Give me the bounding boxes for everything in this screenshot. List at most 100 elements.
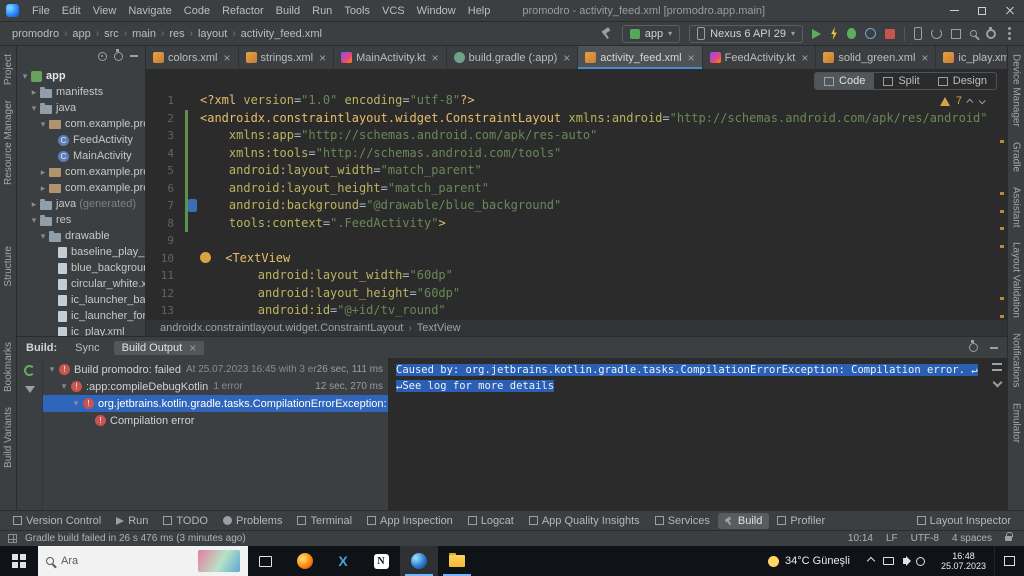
menu-build[interactable]: Build <box>270 0 306 22</box>
sdk-manager-button[interactable] <box>951 29 961 39</box>
menu-file[interactable]: File <box>26 0 56 22</box>
tool-stripe-layout-validation[interactable]: Layout Validation <box>1011 242 1022 318</box>
menu-view[interactable]: View <box>87 0 123 22</box>
expander-icon[interactable]: ▾ <box>29 103 39 114</box>
task-view-button[interactable] <box>248 546 282 576</box>
menu-help[interactable]: Help <box>462 0 497 22</box>
debug-button[interactable] <box>847 28 856 39</box>
code-line[interactable]: 8 tools:context=".FeedActivity"> <box>146 215 995 233</box>
view-mode-split[interactable]: Split <box>874 73 928 89</box>
project-tree-item-circular-white-x[interactable]: circular_white.x <box>17 276 145 292</box>
breadcrumb-item-activity-feed-xml[interactable]: activity_feed.xml <box>239 27 324 41</box>
toolwindow-build[interactable]: Build <box>718 513 769 529</box>
run-button[interactable] <box>812 29 821 39</box>
project-tree-item-ic-play-xml[interactable]: ic_play.xml <box>17 324 145 336</box>
editor-tab-solid-green-xml[interactable]: solid_green.xml <box>816 46 936 69</box>
taskbar-app-notion[interactable] <box>362 546 400 576</box>
menu-edit[interactable]: Edit <box>56 0 87 22</box>
project-tree-item-manifests[interactable]: ▸manifests <box>17 84 145 100</box>
menu-code[interactable]: Code <box>178 0 216 22</box>
weather-widget[interactable]: 34°C Güneşli <box>758 546 860 576</box>
toolwindow-logcat[interactable]: Logcat <box>461 513 521 529</box>
toolwindow-layout-inspector[interactable]: Layout Inspector <box>910 513 1018 529</box>
code-line[interactable]: 7 android:background="@drawable/blue_bac… <box>146 197 995 215</box>
toolwindow-profiler[interactable]: Profiler <box>770 513 832 529</box>
taskbar-app-file-explorer[interactable] <box>438 546 476 576</box>
locate-file-icon[interactable] <box>98 52 107 61</box>
tab-close-icon[interactable] <box>189 342 196 354</box>
rerun-build-icon[interactable] <box>24 365 35 376</box>
menu-tools[interactable]: Tools <box>338 0 376 22</box>
build-console[interactable]: Caused by: org.jetbrains.kotlin.gradle.t… <box>388 358 1007 510</box>
code-line[interactable]: 4 xmlns:tools="http://schemas.android.co… <box>146 145 995 163</box>
tab-close-icon[interactable] <box>319 52 326 64</box>
project-tree-item-blue-backgroun[interactable]: blue_backgroun <box>17 260 145 276</box>
expander-icon[interactable]: ▾ <box>38 231 48 242</box>
build-tab-build-output[interactable]: Build Output <box>114 341 205 355</box>
tab-close-icon[interactable] <box>563 52 570 64</box>
sync-gradle-button[interactable] <box>931 28 942 39</box>
console-line[interactable]: Caused by: org.jetbrains.kotlin.gradle.t… <box>396 362 999 378</box>
menu-navigate[interactable]: Navigate <box>122 0 177 22</box>
build-hammer-icon[interactable] <box>600 27 613 40</box>
tab-close-icon[interactable] <box>224 52 231 64</box>
editor-tab-strings-xml[interactable]: strings.xml <box>239 46 335 69</box>
expander-icon[interactable]: ▸ <box>29 87 39 98</box>
project-options-icon[interactable] <box>114 52 123 61</box>
device-select[interactable]: Nexus 6 API 29 ▾ <box>689 25 803 43</box>
code-line[interactable]: 3 xmlns:app="http://schemas.android.com/… <box>146 127 995 145</box>
expander-icon[interactable]: ▾ <box>59 381 69 392</box>
settings-button[interactable] <box>986 29 996 39</box>
stop-button[interactable] <box>885 29 895 39</box>
status-lf[interactable]: LF <box>886 533 898 544</box>
code-line[interactable]: 10 <TextView <box>146 250 995 268</box>
build-tree-item[interactable]: ▾Build promodro: failedAt 25.07.2023 16:… <box>43 361 388 378</box>
taskbar-clock[interactable]: 16:48 25.07.2023 <box>933 546 994 576</box>
profiler-button[interactable] <box>865 28 876 39</box>
toolwindow-todo[interactable]: TODO <box>156 513 215 529</box>
menu-run[interactable]: Run <box>306 0 338 22</box>
breadcrumb-item-layout[interactable]: layout <box>196 27 229 41</box>
expander-icon[interactable]: ▾ <box>38 119 48 130</box>
breadcrumb-item-src[interactable]: src <box>102 27 121 41</box>
next-warning-icon[interactable] <box>979 97 986 104</box>
expander-icon[interactable]: ▾ <box>29 215 39 226</box>
tool-stripe-device-manager[interactable]: Device Manager <box>1011 54 1022 127</box>
expander-icon[interactable]: ▸ <box>29 199 39 210</box>
tool-stripe-project[interactable]: Project <box>3 54 14 85</box>
code-line[interactable]: 2<androidx.constraintlayout.widget.Const… <box>146 110 995 128</box>
status-10-14[interactable]: 10:14 <box>848 533 873 544</box>
project-tree-item-com-example-prom[interactable]: ▸com.example.prom <box>17 164 145 180</box>
minimize-tool-window-icon[interactable] <box>990 347 998 349</box>
breadcrumb-item-app[interactable]: app <box>70 27 92 41</box>
device-manager-button[interactable] <box>914 27 922 40</box>
tab-close-icon[interactable] <box>432 52 439 64</box>
project-tree-item-app[interactable]: ▾app <box>17 68 145 84</box>
editor-tab-ic-play-xml[interactable]: ic_play.xml <box>936 46 1007 69</box>
tool-stripe-emulator[interactable]: Emulator <box>1011 403 1022 443</box>
inspections-widget[interactable]: 7 <box>935 94 989 108</box>
filter-icon[interactable] <box>25 386 35 393</box>
project-tree-item-java[interactable]: ▸java(generated) <box>17 196 145 212</box>
breadcrumb-item-res[interactable]: res <box>167 27 186 41</box>
menu-window[interactable]: Window <box>411 0 462 22</box>
toolwindow-services[interactable]: Services <box>648 513 717 529</box>
tool-window-switcher-icon[interactable] <box>8 534 17 543</box>
project-tree-item-res[interactable]: ▾res <box>17 212 145 228</box>
status-4-spaces[interactable]: 4 spaces <box>952 533 992 544</box>
toolwindow-terminal[interactable]: Terminal <box>290 513 359 529</box>
code-line[interactable]: 1<?xml version="1.0" encoding="utf-8"?> <box>146 92 995 110</box>
apply-changes-button[interactable] <box>830 27 838 40</box>
scroll-to-end-icon[interactable] <box>992 378 1002 388</box>
code-area[interactable]: 1<?xml version="1.0" encoding="utf-8"?>2… <box>146 92 995 319</box>
expander-icon[interactable]: ▸ <box>38 183 48 194</box>
intention-bulb-icon[interactable] <box>200 252 211 263</box>
build-tab-sync[interactable]: Sync <box>67 341 107 355</box>
tool-stripe-assistant[interactable]: Assistant <box>1011 187 1022 228</box>
code-line[interactable]: 12 android:layout_height="60dp" <box>146 285 995 303</box>
project-tree-item-drawable[interactable]: ▾drawable <box>17 228 145 244</box>
soft-wrap-icon[interactable] <box>992 363 1002 371</box>
taskbar-search-box[interactable]: Ara <box>38 546 248 576</box>
expander-icon[interactable]: ▸ <box>38 167 48 178</box>
toolwindow-run[interactable]: Run <box>109 513 155 529</box>
